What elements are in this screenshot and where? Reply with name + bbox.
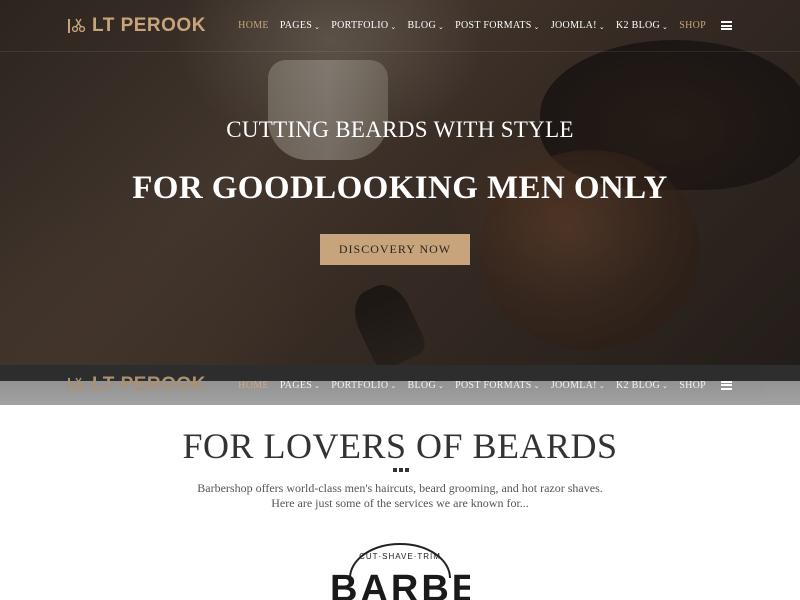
logo-text: LT PEROOK <box>92 14 206 36</box>
chevron-down-icon: ⌄ <box>390 22 397 31</box>
scissors-logo-icon <box>68 377 86 393</box>
chevron-down-icon: ⌄ <box>314 22 321 31</box>
nav-k2-blog-label: K2 BLOG <box>616 20 661 31</box>
sticky-nav-k2-blog-label: K2 BLOG <box>616 379 661 391</box>
hero-banner: LT PEROOK HOME PAGES ⌄ PORTFOLIO ⌄ BLOG ⌄ P… <box>0 0 800 365</box>
sticky-nav-shop[interactable]: SHOP <box>679 380 706 391</box>
barber-badge: CUT·SHAVE·TRIM BARBER <box>330 540 470 600</box>
sticky-nav-home-label: HOME <box>238 379 269 391</box>
sticky-nav-post-formats-label: POST FORMATS <box>455 379 532 391</box>
nav-post-formats-label: POST FORMATS <box>455 20 532 31</box>
top-navigation: LT PEROOK HOME PAGES ⌄ PORTFOLIO ⌄ BLOG ⌄ P… <box>0 0 800 52</box>
chevron-down-icon: ⌄ <box>662 22 669 31</box>
nav-home[interactable]: HOME <box>238 20 269 31</box>
nav-pages-label: PAGES <box>279 20 313 31</box>
sticky-nav-portfolio-label: PORTFOLIO <box>331 379 389 391</box>
site-logo[interactable]: LT PEROOK <box>68 15 206 37</box>
sticky-nav-k2-blog[interactable]: K2 BLOG ⌄ <box>616 380 668 391</box>
nav-blog[interactable]: BLOG ⌄ <box>408 20 445 31</box>
sticky-nav-shop-label: SHOP <box>679 379 706 391</box>
nav-portfolio[interactable]: PORTFOLIO ⌄ <box>331 20 396 31</box>
chevron-down-icon: ⌄ <box>437 22 445 31</box>
section-desc-line1: Barbershop offers world-class men's hair… <box>197 481 603 495</box>
sticky-nav-blog[interactable]: BLOG ⌄ <box>408 380 445 391</box>
title-divider <box>393 468 409 472</box>
chevron-down-icon: ⌄ <box>598 22 605 31</box>
chevron-down-icon: ⌄ <box>390 382 397 390</box>
nav-post-formats[interactable]: POST FORMATS ⌄ <box>455 20 540 31</box>
hero-subtitle: CUTTING BEARDS WITH STYLE <box>226 117 574 142</box>
section-description: Barbershop offers world-class men's hair… <box>180 481 620 511</box>
sticky-main-menu: HOME PAGES ⌄ PORTFOLIO ⌄ BLOG ⌄ POST FORMAT… <box>238 380 732 391</box>
nav-blog-label: BLOG <box>407 20 436 31</box>
scissors-logo-icon <box>68 18 86 34</box>
hero-title: FOR GOODLOOKING MEN ONLY <box>132 170 668 206</box>
chevron-down-icon: ⌄ <box>437 382 445 390</box>
nav-shop-label: SHOP <box>679 20 706 31</box>
sticky-nav-blog-label: BLOG <box>407 379 436 391</box>
hamburger-menu-icon[interactable] <box>721 380 732 390</box>
nav-joomla-label: JOOMLA! <box>550 20 597 31</box>
nav-k2-blog[interactable]: K2 BLOG ⌄ <box>616 20 668 31</box>
sticky-navigation: LT PEROOK HOME PAGES ⌄ PORTFOLIO ⌄ BLOG ⌄ P… <box>0 365 800 405</box>
nav-home-label: HOME <box>238 20 269 31</box>
chevron-down-icon: ⌄ <box>533 382 540 390</box>
sticky-nav-post-formats[interactable]: POST FORMATS ⌄ <box>455 380 540 391</box>
nav-portfolio-label: PORTFOLIO <box>331 20 389 31</box>
badge-word: BARBER <box>330 568 470 600</box>
nav-pages[interactable]: PAGES ⌄ <box>280 20 320 31</box>
main-menu: HOME PAGES ⌄ PORTFOLIO ⌄ BLOG ⌄ POST FORMAT… <box>238 20 732 31</box>
chevron-down-icon: ⌄ <box>598 382 605 390</box>
sticky-nav-portfolio[interactable]: PORTFOLIO ⌄ <box>331 380 396 391</box>
nav-joomla[interactable]: JOOMLA! ⌄ <box>551 20 605 31</box>
sticky-nav-home[interactable]: HOME <box>238 380 269 391</box>
discovery-now-button[interactable]: DISCOVERY NOW <box>320 234 470 265</box>
chevron-down-icon: ⌄ <box>314 382 321 390</box>
sticky-nav-pages[interactable]: PAGES ⌄ <box>280 380 320 391</box>
sticky-nav-joomla[interactable]: JOOMLA! ⌄ <box>551 380 605 391</box>
chevron-down-icon: ⌄ <box>533 22 540 31</box>
section-desc-line2: Here are just some of the services we ar… <box>271 496 529 510</box>
section-title: FOR LOVERS OF BEARDS <box>182 426 618 466</box>
badge-arc-text: CUT·SHAVE·TRIM <box>359 552 441 561</box>
hamburger-menu-icon[interactable] <box>721 21 732 30</box>
sticky-nav-joomla-label: JOOMLA! <box>550 379 597 391</box>
sticky-logo-text: LT PEROOK <box>92 374 206 395</box>
sticky-site-logo[interactable]: LT PEROOK <box>68 374 206 396</box>
chevron-down-icon: ⌄ <box>662 382 669 390</box>
nav-shop[interactable]: SHOP <box>679 20 706 31</box>
sticky-nav-pages-label: PAGES <box>279 379 313 391</box>
